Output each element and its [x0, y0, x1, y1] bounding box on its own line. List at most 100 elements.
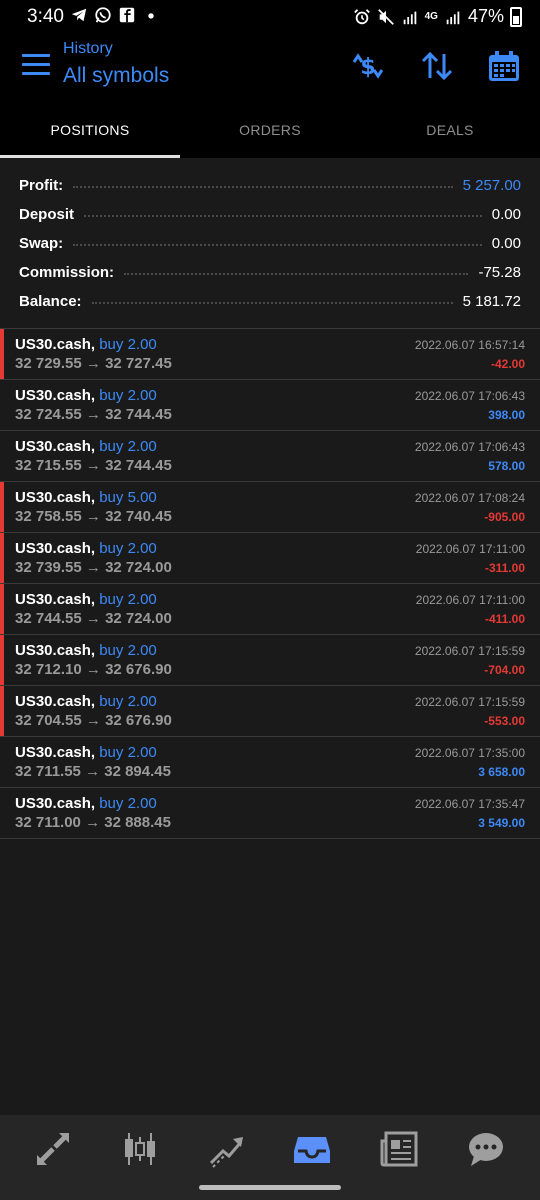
history-icon[interactable]: [292, 1129, 332, 1169]
position-time: 2022.06.07 17:15:59: [414, 644, 525, 658]
position-symbol: US30.cash,: [15, 489, 96, 506]
home-indicator[interactable]: [199, 1185, 341, 1190]
header-subtitle: History: [63, 40, 113, 57]
position-time: 2022.06.07 17:35:47: [414, 797, 525, 811]
quotes-icon[interactable]: [33, 1129, 73, 1169]
loss-marker: [0, 635, 4, 685]
position-row[interactable]: US30.cash, buy 2.00 32 711.55 → 32 894.4…: [0, 737, 540, 788]
position-symbol: US30.cash,: [15, 693, 96, 710]
position-side: buy 2.00: [99, 540, 157, 557]
position-time: 2022.06.07 17:11:00: [415, 593, 525, 607]
network-type: 4G: [424, 11, 438, 22]
profit-label: Profit:: [19, 176, 64, 194]
position-prices: 32 724.55 → 32 744.45: [15, 406, 172, 423]
position-pnl: 3 549.00: [478, 816, 525, 830]
position-prices: 32 712.10 → 32 676.90: [15, 661, 172, 678]
position-pnl: 398.00: [488, 408, 525, 422]
battery-percent: 47%: [467, 6, 504, 26]
dot-leader: [73, 244, 482, 246]
commission-label: Commission:: [19, 263, 115, 281]
summary-deposit-row: Deposit 0.00: [19, 204, 521, 224]
position-pnl: -905.00: [484, 510, 525, 524]
loss-marker: [0, 584, 4, 634]
menu-icon[interactable]: [22, 54, 50, 78]
whatsapp-icon: [95, 7, 111, 23]
position-prices: 32 711.00 → 32 888.45: [15, 814, 171, 831]
position-row[interactable]: US30.cash, buy 2.00 32 712.10 → 32 676.9…: [0, 635, 540, 686]
position-row[interactable]: US30.cash, buy 2.00 32 744.55 → 32 724.0…: [0, 584, 540, 635]
tab-positions[interactable]: POSITIONS: [0, 102, 180, 158]
position-time: 2022.06.07 17:11:00: [415, 542, 525, 556]
position-side: buy 2.00: [99, 336, 157, 353]
trade-icon[interactable]: [207, 1129, 247, 1169]
commission-value: -75.28: [478, 263, 521, 281]
position-symbol: US30.cash,: [15, 744, 96, 761]
position-row[interactable]: US30.cash, buy 2.00 32 724.55 → 32 744.4…: [0, 380, 540, 431]
position-prices: 32 729.55 → 32 727.45: [15, 355, 172, 372]
chart-icon[interactable]: [120, 1129, 160, 1169]
position-symbol: US30.cash,: [15, 642, 96, 659]
position-pnl: 578.00: [488, 459, 525, 473]
tab-deals[interactable]: DEALS: [360, 102, 540, 158]
position-prices: 32 744.55 → 32 724.00: [15, 610, 172, 627]
position-row[interactable]: US30.cash, buy 2.00 32 711.00 → 32 888.4…: [0, 788, 540, 839]
position-side: buy 2.00: [99, 642, 157, 659]
position-row[interactable]: US30.cash, buy 2.00 32 729.55 → 32 727.4…: [0, 329, 540, 380]
summary-commission-row: Commission: -75.28: [19, 262, 521, 282]
currency-exchange-icon[interactable]: $: [350, 48, 386, 84]
position-side: buy 2.00: [99, 693, 157, 710]
position-symbol: US30.cash,: [15, 387, 96, 404]
dot-icon: [148, 13, 154, 19]
position-row[interactable]: US30.cash, buy 5.00 32 758.55 → 32 740.4…: [0, 482, 540, 533]
loss-marker: [0, 533, 4, 583]
calendar-icon[interactable]: [486, 48, 522, 84]
position-time: 2022.06.07 17:06:43: [414, 389, 525, 403]
position-side: buy 2.00: [99, 744, 157, 761]
app-header: History All symbols $: [0, 34, 540, 102]
dot-leader: [124, 273, 469, 275]
position-pnl: -411.00: [484, 612, 525, 626]
position-symbol: US30.cash,: [15, 336, 96, 353]
loss-marker: [0, 482, 4, 532]
news-icon[interactable]: [379, 1129, 419, 1169]
position-symbol: US30.cash,: [15, 591, 96, 608]
deposit-label: Deposit: [19, 205, 75, 223]
alarm-icon: [353, 8, 370, 24]
tab-orders[interactable]: ORDERS: [180, 102, 360, 158]
summary-profit-row: Profit: 5 257.00: [19, 175, 521, 195]
position-side: buy 2.00: [99, 438, 157, 455]
position-prices: 32 739.55 → 32 724.00: [15, 559, 172, 576]
sort-icon[interactable]: [419, 48, 455, 84]
loss-marker: [0, 329, 4, 379]
dot-leader: [84, 215, 482, 217]
chat-icon[interactable]: [466, 1129, 506, 1169]
position-side: buy 2.00: [99, 795, 157, 812]
summary-swap-row: Swap: 0.00: [19, 233, 521, 253]
position-row[interactable]: US30.cash, buy 2.00 32 715.55 → 32 744.4…: [0, 431, 540, 482]
symbol-selector[interactable]: All symbols: [63, 64, 169, 88]
position-time: 2022.06.07 17:35:00: [414, 746, 525, 760]
position-pnl: -553.00: [484, 714, 525, 728]
system-status: 4G 47%: [353, 6, 522, 27]
position-prices: 32 704.55 → 32 676.90: [15, 712, 172, 729]
position-row[interactable]: US30.cash, buy 2.00 32 739.55 → 32 724.0…: [0, 533, 540, 584]
position-time: 2022.06.07 17:08:24: [414, 491, 525, 505]
summary-balance-row: Balance: 5 181.72: [19, 291, 521, 311]
loss-marker: [0, 686, 4, 736]
position-pnl: -311.00: [484, 561, 525, 575]
position-symbol: US30.cash,: [15, 540, 96, 557]
swap-label: Swap:: [19, 234, 64, 252]
notification-icons: [70, 6, 160, 24]
balance-label: Balance:: [19, 292, 82, 310]
positions-list: US30.cash, buy 2.00 32 729.55 → 32 727.4…: [0, 329, 540, 839]
position-time: 2022.06.07 17:06:43: [414, 440, 525, 454]
balance-value: 5 181.72: [462, 292, 521, 310]
position-symbol: US30.cash,: [15, 438, 96, 455]
position-row[interactable]: US30.cash, buy 2.00 32 704.55 → 32 676.9…: [0, 686, 540, 737]
position-pnl: 3 658.00: [478, 765, 525, 779]
battery-icon: [510, 6, 522, 27]
position-time: 2022.06.07 16:57:14: [414, 338, 525, 352]
position-side: buy 2.00: [99, 591, 157, 608]
swap-value: 0.00: [491, 234, 521, 252]
svg-text:$: $: [360, 55, 375, 80]
